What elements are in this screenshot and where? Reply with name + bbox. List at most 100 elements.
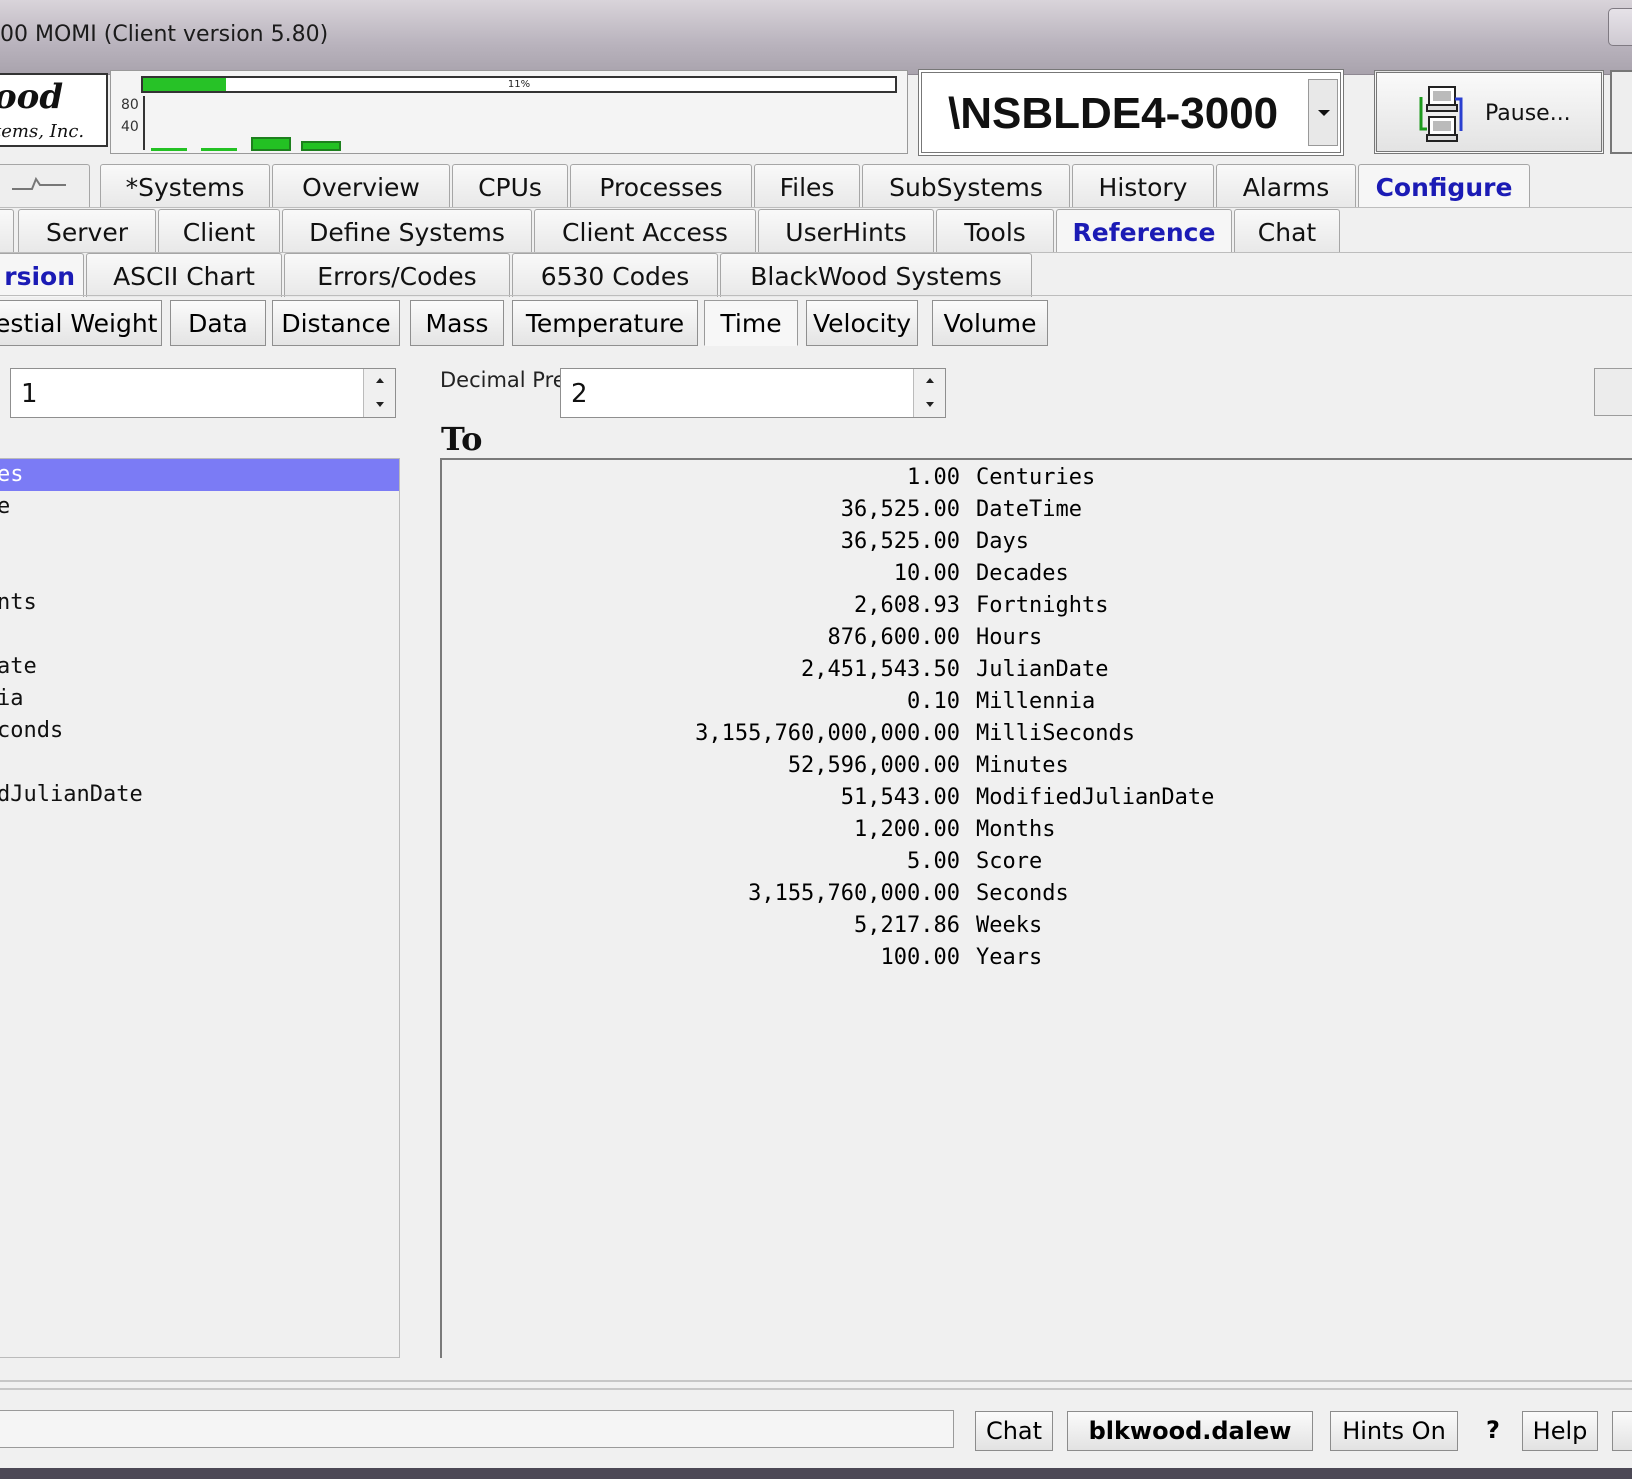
tab-files[interactable]: Files <box>754 164 860 208</box>
tab-hidden[interactable] <box>0 209 14 253</box>
tab-divider <box>0 207 1632 208</box>
cpu-usage-percent: 11% <box>507 79 531 90</box>
tab-client[interactable]: Client <box>158 209 280 253</box>
tab-errors-codes[interactable]: Errors/Codes <box>284 253 510 297</box>
decimal-precision-value: 2 <box>571 379 588 409</box>
tab-chat[interactable]: Chat <box>1234 209 1340 253</box>
tab-cpus[interactable]: CPUs <box>452 164 568 208</box>
tab-history[interactable]: History <box>1072 164 1214 208</box>
from-quantity-stepper[interactable]: 1 <box>10 368 396 418</box>
conversion-row: 1,200.00 Months <box>442 814 1632 846</box>
decrement-icon[interactable] <box>914 393 945 417</box>
tab-conversion[interactable]: rsion <box>0 253 84 297</box>
side-button[interactable] <box>1594 368 1632 416</box>
conversion-unit: Months <box>976 817 1056 842</box>
from-unit-item[interactable] <box>0 555 399 587</box>
to-label: To <box>441 420 483 458</box>
graph-bar <box>251 137 291 151</box>
tab-define-systems[interactable]: Define Systems <box>282 209 532 253</box>
conversion-value: 100.00 <box>880 945 960 970</box>
conversion-unit: JulianDate <box>976 657 1109 682</box>
from-unit-item[interactable] <box>0 523 399 555</box>
conversion-row: 3,155,760,000,000.00 MilliSeconds <box>442 718 1632 750</box>
from-unit-item[interactable]: ate <box>0 651 399 683</box>
conversion-row: 5.00 Score <box>442 846 1632 878</box>
subtab-mass[interactable]: Mass <box>410 300 504 346</box>
conversion-unit: Decades <box>976 561 1069 586</box>
conversion-value: 1.00 <box>907 465 960 490</box>
tab-alarms[interactable]: Alarms <box>1216 164 1356 208</box>
help-button[interactable]: Help <box>1522 1411 1598 1451</box>
conversion-value: 0.10 <box>907 689 960 714</box>
tab-6530-codes[interactable]: 6530 Codes <box>512 253 718 297</box>
chevron-down-icon[interactable] <box>1308 79 1338 146</box>
decimal-precision-stepper[interactable]: 2 <box>560 368 946 418</box>
graph-toggle-tab[interactable] <box>0 164 90 208</box>
chat-button[interactable]: Chat <box>975 1411 1053 1451</box>
stepper-buttons[interactable] <box>913 369 945 417</box>
conversion-unit: Hours <box>976 625 1043 650</box>
computers-sync-icon <box>1419 86 1463 142</box>
hints-toggle-button[interactable]: Hints On <box>1330 1411 1458 1451</box>
subtab-time[interactable]: Time <box>704 300 798 346</box>
system-selector[interactable]: \NSBLDE4-3000 <box>918 69 1344 156</box>
tab-systems[interactable]: *Systems <box>100 164 270 208</box>
from-unit-item[interactable]: es <box>0 459 399 491</box>
conversion-row: 51,543.00 ModifiedJulianDate <box>442 782 1632 814</box>
tab-tools[interactable]: Tools <box>936 209 1054 253</box>
tab-subsystems[interactable]: SubSystems <box>862 164 1070 208</box>
status-extra-button[interactable] <box>1612 1411 1632 1451</box>
from-unit-item[interactable]: conds <box>0 715 399 747</box>
from-unit-item[interactable] <box>0 747 399 779</box>
conversion-unit: DateTime <box>976 497 1082 522</box>
from-unit-item[interactable]: nts <box>0 587 399 619</box>
tab-processes[interactable]: Processes <box>570 164 752 208</box>
subtab-distance[interactable]: Distance <box>272 300 400 346</box>
graph-axis <box>143 96 145 150</box>
conversion-unit: Years <box>976 945 1043 970</box>
stepper-buttons[interactable] <box>363 369 395 417</box>
conversion-row: 100.00 Years <box>442 942 1632 974</box>
question-icon[interactable]: ? <box>1468 1411 1518 1451</box>
subtab-data[interactable]: Data <box>170 300 266 346</box>
tab-userhints[interactable]: UserHints <box>758 209 934 253</box>
from-unit-list[interactable]: es e nts ate ia conds dJulianDate <box>0 458 400 1358</box>
splitter[interactable] <box>0 1380 1632 1390</box>
performance-graph: 11% 80 40 <box>110 70 908 154</box>
subtab-velocity[interactable]: Velocity <box>806 300 918 346</box>
conversion-row: 1.00 Centuries <box>442 462 1632 494</box>
conversion-value: 10.00 <box>893 561 960 586</box>
subtab-temperature[interactable]: Temperature <box>512 300 698 346</box>
increment-icon[interactable] <box>364 369 395 393</box>
subtab-celestial-weight[interactable]: estial Weight <box>0 300 162 346</box>
conversion-unit: Days <box>976 529 1029 554</box>
conversion-unit: ModifiedJulianDate <box>976 785 1215 810</box>
subtab-volume[interactable]: Volume <box>932 300 1048 346</box>
graph-y-label: 40 <box>121 119 139 135</box>
cpu-usage-bar: 11% <box>141 76 897 93</box>
reference-tab-row: rsion ASCII Chart Errors/Codes 6530 Code… <box>0 253 1632 297</box>
from-unit-item[interactable] <box>0 619 399 651</box>
tab-overview[interactable]: Overview <box>272 164 450 208</box>
tab-client-access[interactable]: Client Access <box>534 209 756 253</box>
graph-bar <box>301 141 341 151</box>
tab-configure[interactable]: Configure <box>1358 164 1530 208</box>
conversion-row: 5,217.86 Weeks <box>442 910 1632 942</box>
tab-blackwood-systems[interactable]: BlackWood Systems <box>720 253 1032 297</box>
user-button[interactable]: blkwood.dalew <box>1067 1411 1313 1451</box>
tab-reference[interactable]: Reference <box>1056 209 1232 253</box>
from-unit-item[interactable]: ia <box>0 683 399 715</box>
status-message-field[interactable] <box>0 1410 954 1448</box>
increment-icon[interactable] <box>914 369 945 393</box>
from-unit-item[interactable]: dJulianDate <box>0 779 399 811</box>
pause-button[interactable]: Pause... <box>1374 70 1604 154</box>
company-logo: ood tems, Inc. <box>0 73 108 147</box>
pause-label: Pause... <box>1485 101 1571 126</box>
conversion-value: 5,217.86 <box>854 913 960 938</box>
tab-server[interactable]: Server <box>18 209 156 253</box>
tab-ascii-chart[interactable]: ASCII Chart <box>86 253 282 297</box>
window-control-button[interactable] <box>1608 8 1632 46</box>
from-unit-item[interactable]: e <box>0 491 399 523</box>
decrement-icon[interactable] <box>364 393 395 417</box>
graph-bar <box>201 148 237 151</box>
